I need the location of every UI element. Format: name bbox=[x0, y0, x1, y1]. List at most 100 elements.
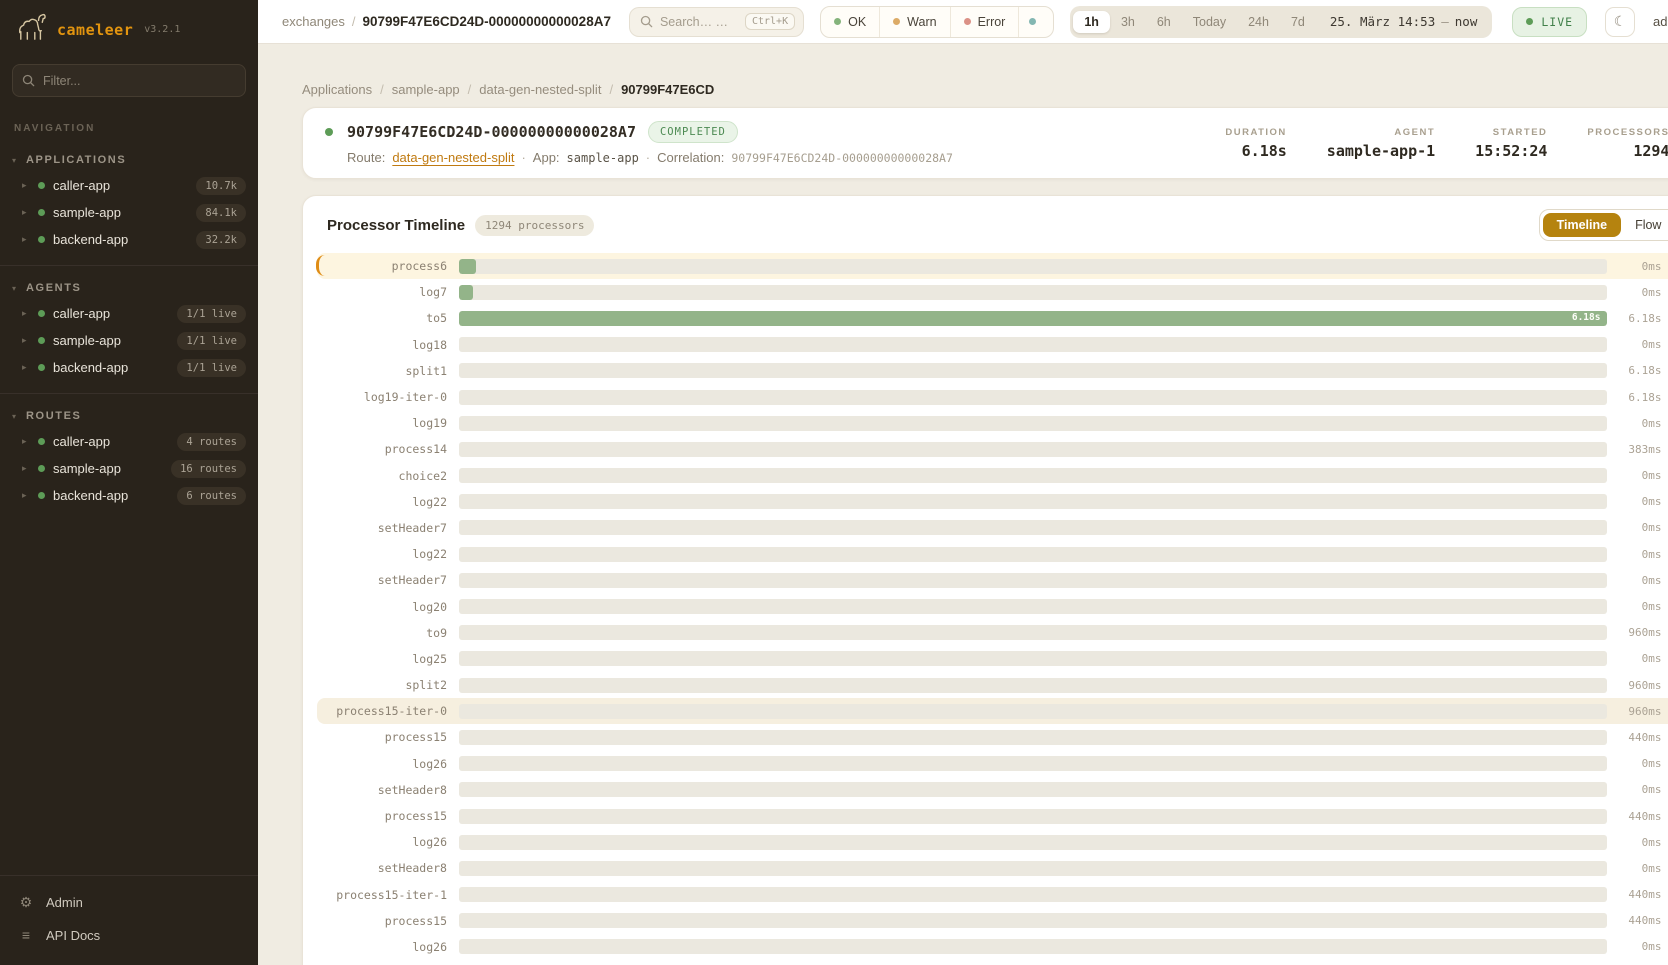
timeline-row[interactable]: split2 960ms bbox=[317, 672, 1668, 698]
time-range-7d[interactable]: 7d bbox=[1280, 11, 1316, 33]
timeline-row[interactable]: setHeader8 0ms bbox=[317, 855, 1668, 881]
timeline-row[interactable]: setHeader7 0ms bbox=[317, 515, 1668, 541]
main-column: exchanges / 90799F47E6CD24D-000000000000… bbox=[258, 0, 1668, 965]
app-shell: cameleer v3.2.1 NAVIGATION ▾ APPLICATION… bbox=[0, 0, 1668, 965]
breadcrumb-segment[interactable]: sample-app bbox=[392, 82, 460, 97]
sidebar-item-caller-app[interactable]: ▸ caller-app 10.7k bbox=[0, 172, 258, 199]
time-range-display[interactable]: 25. März 14:53—now bbox=[1316, 14, 1489, 29]
timeline-row[interactable]: log22 0ms bbox=[317, 489, 1668, 515]
sidebar-item-label: sample-app bbox=[53, 333, 121, 348]
stat-duration: DURATION 6.18s bbox=[1225, 127, 1286, 160]
timeline-row[interactable]: log19-iter-0 6.18s bbox=[317, 384, 1668, 410]
time-range-today[interactable]: Today bbox=[1182, 11, 1237, 33]
filter-input[interactable] bbox=[12, 64, 246, 97]
timeline-row[interactable]: log22 0ms bbox=[317, 541, 1668, 567]
stat-label: STARTED bbox=[1475, 127, 1547, 138]
correlation-value: 90799F47E6CD24D-00000000000028A7 bbox=[731, 151, 953, 165]
sidebar-item-sample-app[interactable]: ▸ sample-app 16 routes bbox=[0, 455, 258, 482]
duration-label: 960ms bbox=[1607, 626, 1661, 639]
sidebar-item-backend-app[interactable]: ▸ backend-app 32.2k bbox=[0, 226, 258, 253]
stat-label: AGENT bbox=[1327, 127, 1435, 138]
search-input[interactable] bbox=[660, 15, 738, 29]
content-area: Applications/sample-app/data-gen-nested-… bbox=[258, 44, 1668, 965]
duration-label: 0ms bbox=[1607, 417, 1661, 430]
timeline-bar-track bbox=[459, 285, 1607, 300]
timeline-row[interactable]: process15 440ms bbox=[317, 803, 1668, 829]
time-range-1h[interactable]: 1h bbox=[1073, 11, 1110, 33]
timeline-row[interactable]: process6 0ms ⋮ bbox=[317, 253, 1668, 279]
sidebar-item-sample-app[interactable]: ▸ sample-app 1/1 live bbox=[0, 327, 258, 354]
sidebar-footer-item[interactable]: ⚙ Admin bbox=[0, 886, 258, 919]
timeline-row[interactable]: log26 0ms bbox=[317, 751, 1668, 777]
route-label: Route: bbox=[347, 150, 385, 165]
theme-toggle-button[interactable]: ☾ bbox=[1605, 7, 1635, 37]
nav-section-header[interactable]: ▾ AGENTS bbox=[0, 278, 258, 300]
timeline-row[interactable]: process15-iter-0 960ms ⋮ bbox=[317, 698, 1668, 724]
bar-duration-label: 6.18s bbox=[1572, 312, 1601, 323]
exchange-stats: DURATION 6.18s AGENT sample-app-1 STARTE… bbox=[1225, 127, 1668, 160]
timeline-row[interactable]: log20 0ms bbox=[317, 593, 1668, 619]
breadcrumb-segment[interactable]: Applications bbox=[302, 82, 372, 97]
chevron-right-icon: ▸ bbox=[22, 335, 30, 346]
timeline-view-button[interactable]: Timeline bbox=[1543, 213, 1621, 237]
status-dot-icon bbox=[893, 18, 900, 25]
timeline-row[interactable]: log18 0ms bbox=[317, 332, 1668, 358]
timeline-row[interactable]: process15 440ms bbox=[317, 724, 1668, 750]
time-range-3h[interactable]: 3h bbox=[1110, 11, 1146, 33]
sidebar-item-sample-app[interactable]: ▸ sample-app 84.1k bbox=[0, 199, 258, 226]
timeline-row[interactable]: setHeader7 0ms bbox=[317, 567, 1668, 593]
route-link[interactable]: data-gen-nested-split bbox=[392, 150, 514, 165]
sidebar-item-badge: 6 routes bbox=[177, 487, 246, 505]
nav-section-header[interactable]: ▾ APPLICATIONS bbox=[0, 150, 258, 172]
kebab-menu-icon[interactable]: ⋮ bbox=[1661, 258, 1668, 274]
live-toggle[interactable]: LIVE bbox=[1512, 7, 1587, 37]
sidebar-item-caller-app[interactable]: ▸ caller-app 4 routes bbox=[0, 428, 258, 455]
breadcrumb-segment[interactable]: data-gen-nested-split bbox=[479, 82, 601, 97]
timeline-row[interactable]: to5 6.18s 6.18s bbox=[317, 305, 1668, 331]
sidebar-item-badge: 84.1k bbox=[196, 204, 246, 222]
app-label: App: bbox=[533, 150, 560, 165]
sidebar-footer-item[interactable]: ≡ API Docs bbox=[0, 919, 258, 951]
sidebar-item-caller-app[interactable]: ▸ caller-app 1/1 live bbox=[0, 300, 258, 327]
processor-name: process15-iter-1 bbox=[321, 888, 459, 902]
flow-view-button[interactable]: Flow bbox=[1621, 213, 1668, 237]
sidebar-item-backend-app[interactable]: ▸ backend-app 1/1 live bbox=[0, 354, 258, 381]
timeline-row[interactable]: log19 0ms bbox=[317, 410, 1668, 436]
status-dot-icon bbox=[38, 310, 45, 317]
duration-label: 440ms bbox=[1607, 810, 1661, 823]
sidebar-item-backend-app[interactable]: ▸ backend-app 6 routes bbox=[0, 482, 258, 509]
timeline-row[interactable]: to9 960ms bbox=[317, 620, 1668, 646]
timeline-row[interactable]: log25 0ms bbox=[317, 646, 1668, 672]
timeline-row[interactable]: process15 440ms bbox=[317, 908, 1668, 934]
timeline-row[interactable]: choice2 0ms bbox=[317, 463, 1668, 489]
chevron-right-icon: ▸ bbox=[22, 207, 30, 218]
correlation-label: Correlation: bbox=[657, 150, 724, 165]
time-range-24h[interactable]: 24h bbox=[1237, 11, 1280, 33]
timeline-row[interactable]: log26 0ms bbox=[317, 829, 1668, 855]
timeline-row[interactable]: split1 6.18s bbox=[317, 358, 1668, 384]
status-dot-icon bbox=[38, 209, 45, 216]
timeline-bar-track bbox=[459, 939, 1607, 954]
status-dot-icon bbox=[38, 337, 45, 344]
time-range-6h[interactable]: 6h bbox=[1146, 11, 1182, 33]
status-dot-icon bbox=[38, 465, 45, 472]
chevron-down-icon: ▾ bbox=[12, 412, 16, 421]
nav-section-header[interactable]: ▾ ROUTES bbox=[0, 406, 258, 428]
processor-name: log26 bbox=[321, 940, 459, 954]
search-box[interactable]: Ctrl+K bbox=[629, 7, 804, 37]
status-filter-dot[interactable] bbox=[1018, 7, 1053, 37]
timeline-row[interactable]: process14 383ms bbox=[317, 436, 1668, 462]
timeline-bar-track bbox=[459, 468, 1607, 483]
timeline-row[interactable]: log26 0ms bbox=[317, 934, 1668, 960]
app-logo[interactable]: cameleer v3.2.1 bbox=[0, 0, 258, 56]
duration-label: 6.18s bbox=[1607, 364, 1661, 377]
breadcrumb-segment: 90799F47E6CD bbox=[621, 82, 714, 97]
timeline-row[interactable]: setHeader8 0ms bbox=[317, 777, 1668, 803]
kebab-menu-icon[interactable]: ⋮ bbox=[1661, 703, 1668, 719]
status-filter-error[interactable]: Error bbox=[950, 7, 1019, 37]
status-filter-warn[interactable]: Warn bbox=[879, 7, 949, 37]
status-filter-ok[interactable]: OK bbox=[821, 7, 879, 37]
breadcrumb-exchanges[interactable]: exchanges bbox=[282, 14, 345, 29]
timeline-row[interactable]: process15-iter-1 440ms bbox=[317, 882, 1668, 908]
timeline-row[interactable]: log7 0ms bbox=[317, 279, 1668, 305]
